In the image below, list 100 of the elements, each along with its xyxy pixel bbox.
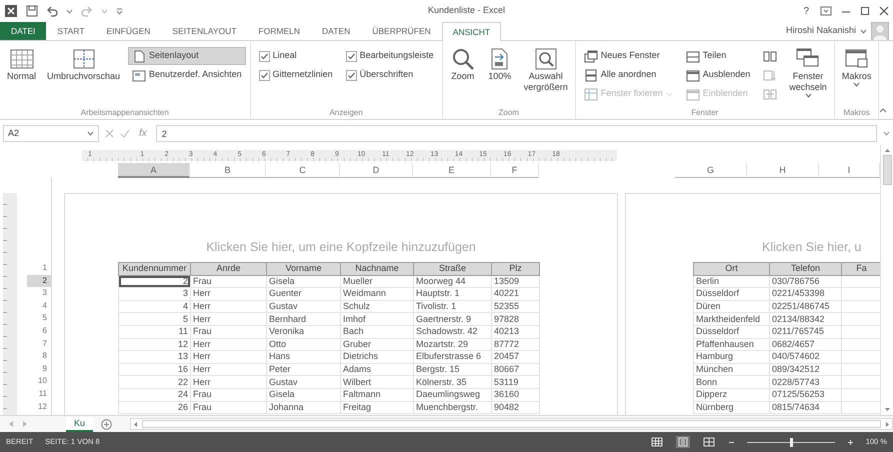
row-header[interactable]: 7 [27, 338, 51, 350]
column-header[interactable]: E [413, 163, 491, 178]
column-header[interactable]: H [747, 163, 819, 178]
caret-icon [66, 8, 73, 14]
column-header[interactable]: C [266, 163, 340, 178]
ribbon-button[interactable]: Umbruchvorschau [44, 44, 124, 107]
row-header[interactable]: 3 [27, 287, 51, 300]
ribbon-tab[interactable]: ÜBERPRÜFEN [361, 22, 442, 40]
ribbon-tab[interactable]: ANSICHT [442, 22, 502, 41]
checkbox-option[interactable]: Bearbeitungsleiste [342, 47, 438, 65]
ribbon-button[interactable]: Normal [4, 44, 40, 107]
column-header[interactable]: F [491, 163, 539, 178]
ribbon-button[interactable]: Alle anordnen [580, 66, 677, 84]
column-header[interactable]: B [190, 163, 266, 178]
scroll-left-icon[interactable] [133, 420, 138, 428]
customize-icon[interactable] [116, 7, 123, 15]
scroll-right-icon[interactable] [885, 420, 890, 428]
frozen-grid-icon [584, 88, 598, 100]
table-cell: Frau [190, 388, 266, 402]
ribbon-button[interactable]: Benutzerdef. Ansichten [128, 66, 246, 84]
ribbon-button[interactable]: Seitenlayout [128, 47, 246, 65]
checkbox-option[interactable]: Überschriften [342, 66, 438, 84]
horizontal-scrollbar[interactable] [130, 418, 893, 430]
ribbon-button[interactable]: 100% [484, 44, 516, 107]
sheet-tab[interactable]: Ku [66, 416, 94, 432]
page-break-icon [70, 47, 97, 71]
row-header[interactable]: 11 [27, 388, 51, 401]
ribbon-tab[interactable]: START [46, 22, 96, 40]
ribbon-button[interactable]: Makros [838, 44, 874, 107]
group-label: Makros [842, 107, 871, 119]
close-icon[interactable] [879, 6, 889, 16]
row-header[interactable]: 6 [27, 324, 51, 338]
name-box[interactable]: A2 [3, 125, 99, 142]
row-header[interactable]: 9 [27, 362, 51, 376]
grid-icon [8, 47, 34, 71]
column-header[interactable]: D [340, 163, 413, 178]
table-cell: 12 [118, 338, 190, 351]
ribbon-tab[interactable]: EINFÜGEN [95, 22, 162, 40]
undo-icon[interactable] [46, 5, 58, 17]
ribbon-tab[interactable]: FORMELN [247, 22, 312, 40]
column-header[interactable]: I [819, 163, 880, 178]
row-header[interactable]: 2 [27, 274, 51, 288]
checkbox-option[interactable]: Lineal [254, 47, 337, 65]
column-heading: Plz [492, 262, 540, 276]
checkbox[interactable] [258, 50, 270, 62]
table-cell: Dipperz [694, 388, 770, 402]
ribbon-tab[interactable]: DATEN [311, 22, 362, 40]
table-cell: Gisela [266, 388, 340, 402]
scroll-thumb[interactable] [142, 420, 881, 428]
row-header[interactable]: 10 [27, 375, 51, 388]
table-cell: 36160 [492, 388, 540, 402]
column-header[interactable]: G [675, 163, 747, 178]
slider-thumb[interactable] [790, 438, 793, 446]
ribbon-button[interactable]: Fenster wechseln [786, 44, 830, 107]
row-header[interactable]: 5 [27, 312, 51, 325]
table-cell: Bonn [694, 376, 770, 388]
scroll-thumb[interactable] [882, 155, 892, 185]
table-cell: Düsseldorf [694, 325, 770, 338]
checkbox-option[interactable]: Gitternetzlinien [254, 66, 337, 84]
vertical-scrollbar[interactable] [880, 145, 893, 415]
zoom-in-icon[interactable] [846, 438, 854, 446]
ribbon-tab[interactable]: SEITENLAYOUT [161, 22, 248, 40]
add-sheet-icon[interactable] [101, 418, 112, 430]
row-header[interactable]: 8 [27, 350, 51, 363]
save-icon[interactable] [26, 5, 38, 17]
table-cell: Herr [190, 350, 266, 364]
ribbon-button[interactable]: Teilen [682, 47, 754, 65]
ribbon-tab[interactable]: DATEI [0, 22, 46, 40]
table-cell: Muenchbergstr. [414, 401, 492, 414]
table-cell: Veronika [266, 325, 340, 338]
row-header[interactable]: 4 [27, 300, 51, 312]
collapse-ribbon-icon[interactable] [879, 108, 888, 113]
column-header[interactable]: A [118, 163, 190, 178]
maximize-icon[interactable] [860, 6, 870, 16]
checkbox[interactable] [346, 50, 357, 62]
user-name[interactable]: Hiroshi Nakanishi [786, 24, 856, 38]
ribbon-button[interactable]: Ausblenden [682, 66, 754, 84]
checkbox[interactable] [258, 70, 270, 80]
side-by-side-icon [763, 50, 778, 62]
excel-logo-icon[interactable] [4, 4, 18, 18]
table-cell: Frau [190, 275, 266, 288]
split-window-icon [686, 50, 700, 62]
ribbon-button[interactable]: Auswahl vergrößern [520, 44, 571, 107]
help-button[interactable]: ? [801, 4, 811, 18]
table-cell: 02251/486745 [770, 300, 842, 313]
table-cell: 0815/74634 [770, 401, 842, 414]
ribbon-button[interactable]: Neues Fenster [580, 47, 677, 65]
scroll-down-icon[interactable] [884, 407, 890, 412]
page-layout-view-icon[interactable] [676, 436, 690, 448]
scroll-up-icon[interactable] [884, 148, 890, 153]
checkbox[interactable] [346, 70, 357, 80]
formula-field[interactable]: 2 [156, 125, 877, 142]
table-cell: 13 [118, 350, 190, 364]
ribbon-button[interactable]: Zoom [446, 44, 479, 107]
row-header[interactable]: 12 [27, 400, 51, 414]
page-break-view-icon[interactable] [702, 436, 716, 448]
normal-view-icon[interactable] [650, 436, 664, 448]
ribbon-options-icon[interactable] [820, 6, 832, 16]
row-header[interactable]: 1 [27, 262, 51, 275]
table-cell: Berlin [694, 275, 770, 288]
